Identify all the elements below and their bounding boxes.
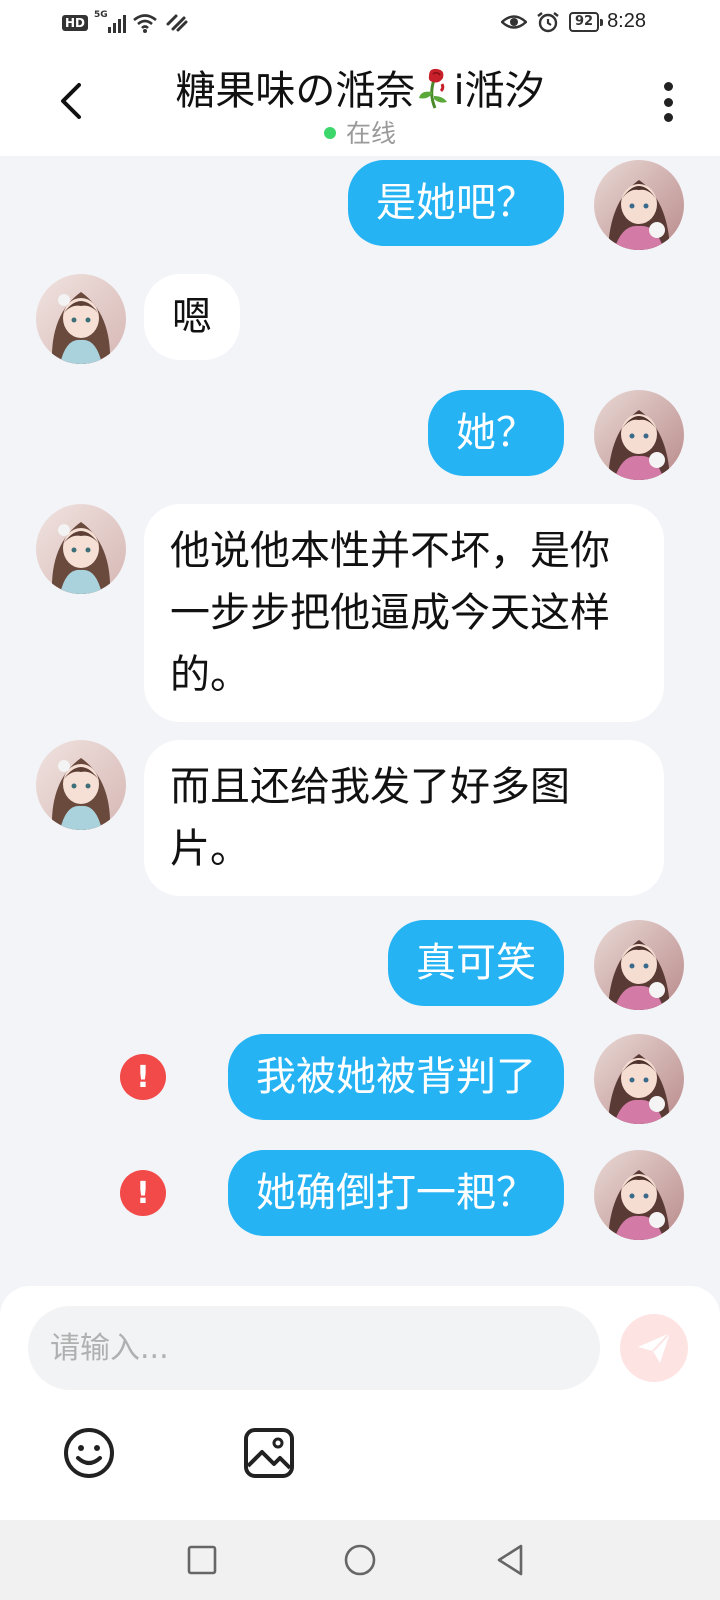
status-bar: HD 5G 92 8:28 (0, 0, 720, 48)
network-type: 5G (94, 10, 108, 20)
online-status: 在线 (0, 114, 720, 150)
recent-apps-button[interactable] (182, 1540, 222, 1580)
triangle-back-icon (497, 1544, 523, 1576)
circle-icon (344, 1544, 376, 1576)
send-failed-icon[interactable]: ! (120, 1170, 166, 1216)
smiley-icon (64, 1428, 114, 1478)
message-bubble-outgoing[interactable]: 她确倒打一耙？ (228, 1150, 564, 1236)
chat-title: 糖果味の湉奈 i湉汐 (110, 58, 610, 116)
paper-plane-icon (638, 1332, 671, 1363)
message-bubble-incoming[interactable]: 而且还给我发了好多图片。 (144, 740, 664, 896)
back-nav-button[interactable] (490, 1540, 530, 1580)
rose-wilted-icon (419, 68, 448, 109)
square-icon (187, 1545, 217, 1575)
my-avatar[interactable] (594, 1150, 684, 1240)
status-left: HD 5G (62, 10, 190, 34)
contact-avatar[interactable] (36, 274, 126, 364)
more-options-button[interactable] (656, 78, 680, 126)
my-avatar[interactable] (594, 1034, 684, 1124)
wifi-icon (133, 14, 157, 33)
alarm-icon (537, 11, 559, 32)
emoji-button[interactable] (62, 1426, 116, 1480)
signal-icon: 5G (94, 10, 127, 33)
image-button[interactable] (242, 1426, 296, 1480)
message-bubble-incoming[interactable]: 他说他本性并不坏，是你一步步把他逼成今天这样的。 (144, 504, 664, 722)
contact-name-part1: 糖果味の湉奈 (175, 68, 416, 114)
message-bubble-outgoing[interactable]: 她？ (428, 390, 564, 476)
online-dot (323, 127, 336, 139)
heart-link-icon (166, 14, 188, 32)
my-avatar[interactable] (594, 160, 684, 250)
home-button[interactable] (340, 1540, 380, 1580)
message-bubble-outgoing[interactable]: 是她吧？ (348, 160, 564, 246)
composer-panel (0, 1286, 720, 1520)
contact-avatar[interactable] (36, 504, 126, 594)
image-icon (244, 1428, 294, 1478)
eye-icon (500, 14, 527, 29)
my-avatar[interactable] (594, 920, 684, 1010)
chat-messages[interactable]: 是她吧？ 嗯 她？ 他说他本性并不坏，是你一步步把他逼成今天这样的。 而且还给我… (0, 156, 720, 1286)
status-time: 8:28 (607, 10, 646, 32)
contact-avatar[interactable] (36, 740, 126, 830)
my-avatar[interactable] (594, 390, 684, 480)
status-right: 92 8:28 (500, 10, 646, 33)
send-button[interactable] (620, 1314, 688, 1382)
hd-badge: HD (62, 15, 89, 31)
message-bubble-outgoing[interactable]: 真可笑 (388, 920, 564, 1006)
battery-indicator: 92 (568, 11, 604, 32)
message-bubble-incoming[interactable]: 嗯 (144, 274, 240, 360)
message-bubble-outgoing[interactable]: 我被她被背判了 (228, 1034, 564, 1120)
system-nav-bar (0, 1520, 720, 1600)
message-input[interactable] (28, 1306, 600, 1390)
send-failed-icon[interactable]: ! (120, 1054, 166, 1100)
chat-header: 糖果味の湉奈 i湉汐 在线 (0, 48, 720, 156)
more-vertical-icon (663, 82, 673, 91)
online-label: 在线 (345, 119, 396, 148)
contact-name-part2: i湉汐 (453, 68, 545, 114)
